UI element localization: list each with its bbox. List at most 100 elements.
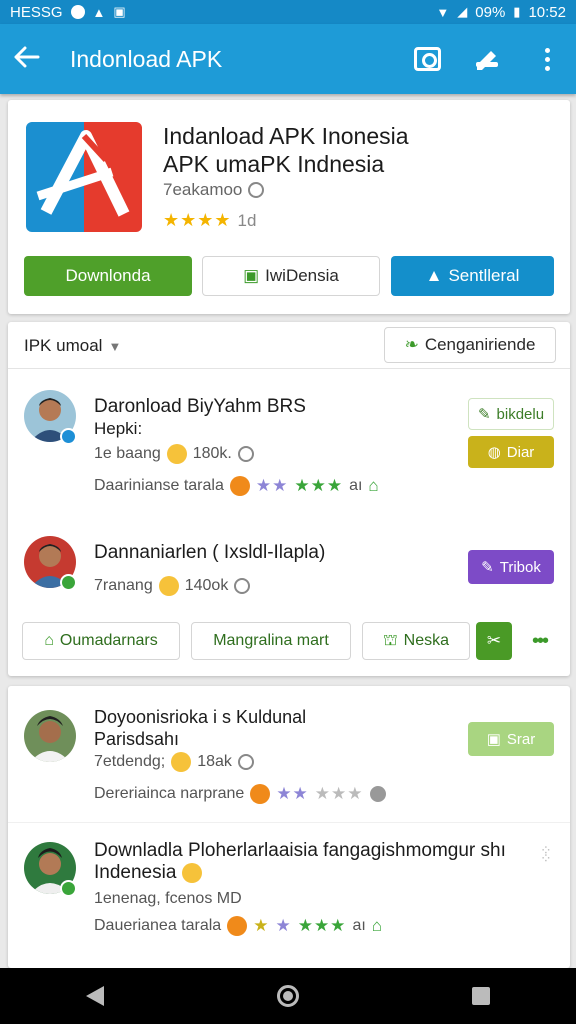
app-name: Indanload APK Inonesia APK umaPK Indnesi… bbox=[163, 122, 409, 178]
section-action-label: Cenganiriende bbox=[424, 335, 536, 354]
item-line-text: Dereriainca narprane bbox=[94, 785, 245, 802]
section-action-button[interactable]: ❧ Cenganiriende bbox=[384, 327, 556, 363]
image-icon: ▣ bbox=[113, 4, 126, 19]
back-arrow-icon[interactable] bbox=[14, 42, 54, 76]
nav-back-icon[interactable] bbox=[86, 986, 105, 1006]
item-rating-line: Dereriainca narprane ★★ ★★★ bbox=[94, 784, 386, 804]
battery-icon: ▮ bbox=[513, 4, 521, 19]
drag-handle-icon[interactable]: ⁘ ⁘ bbox=[540, 843, 552, 865]
user-icon bbox=[369, 786, 386, 802]
nav-recents-icon[interactable] bbox=[471, 987, 490, 1005]
developer-row: 7eakamoo bbox=[163, 180, 265, 200]
status-bar: HESSG ▲ ▣ ▼ ◢ 09% ▮ 10:52 bbox=[0, 0, 576, 24]
edit-icon: ✎ bbox=[477, 406, 491, 423]
item-stars-purple: ★★ bbox=[255, 476, 289, 495]
verified-badge bbox=[60, 574, 77, 591]
item-title-line1: Daronload BiyYahm BRS bbox=[94, 396, 306, 417]
info-icon[interactable] bbox=[237, 754, 254, 770]
item-title-line2-text: Indenesia bbox=[94, 862, 177, 883]
more-options-icon[interactable] bbox=[532, 44, 562, 74]
user-icon: ⛫ bbox=[382, 632, 398, 649]
smile-emoji-icon bbox=[158, 576, 179, 596]
status-left-text: HESSG bbox=[10, 3, 63, 21]
item-stars-green: ★★★ bbox=[297, 916, 347, 935]
more-horizontal-icon[interactable]: ••• bbox=[532, 630, 549, 653]
chip-button[interactable]: Mangralina mart bbox=[191, 622, 351, 660]
battery-percent: 09% bbox=[475, 3, 506, 21]
app-logo bbox=[26, 122, 142, 232]
avatar[interactable] bbox=[24, 710, 76, 762]
item-title-line1: Downladla Ploherlarlaaisia fangagishmomg… bbox=[94, 840, 506, 861]
developer-name: 7eakamoo bbox=[163, 180, 243, 199]
apk-list-card: IPK umoal ▼ ❧ Cenganiriende Daronload Bi… bbox=[8, 322, 570, 676]
face-emoji-icon bbox=[229, 476, 250, 496]
chip-label: Neska bbox=[403, 632, 450, 649]
edit-icon[interactable] bbox=[472, 44, 502, 74]
nav-home-icon[interactable] bbox=[276, 985, 299, 1007]
item-meta-count: 180k. bbox=[192, 445, 232, 462]
section-header-label: IPK umoal bbox=[24, 336, 103, 355]
item-action-label: Srar bbox=[506, 730, 536, 748]
rating-row: ★★★★ 1d bbox=[163, 210, 256, 231]
tools-icon: ✂ bbox=[486, 631, 502, 650]
info-icon[interactable] bbox=[234, 578, 251, 594]
indonesia-button-label: IwiDensia bbox=[265, 266, 339, 285]
app-bar-title: Indonload APK bbox=[70, 45, 223, 72]
item-title: Daronload BiyYahm BRS Hepki: bbox=[94, 396, 306, 440]
chip-label: Mangralina mart bbox=[213, 632, 329, 649]
verified-badge bbox=[60, 428, 77, 445]
item-stars-purple: ★★ bbox=[276, 784, 309, 803]
share-button[interactable]: ▲ Sentlleral bbox=[391, 256, 554, 296]
lock-icon: ⌂ bbox=[371, 916, 383, 935]
chip-label: Oumadarnars bbox=[59, 632, 158, 649]
item-action-bottom-button[interactable]: ◍ Diar bbox=[468, 436, 554, 468]
rating-stars: ★★★★ bbox=[163, 210, 232, 230]
face-emoji-icon bbox=[250, 784, 271, 804]
rating-count: 1d bbox=[237, 210, 257, 230]
indonesia-button[interactable]: ▣ IwiDensia bbox=[202, 256, 380, 296]
tools-icon-button[interactable]: ✂ bbox=[476, 622, 512, 660]
divider bbox=[8, 822, 570, 823]
item-action-top-button[interactable]: ✎ bikdelu bbox=[468, 398, 554, 430]
item-action-bottom-label: Diar bbox=[506, 443, 535, 461]
notification-icon bbox=[70, 5, 85, 19]
app-detail-card: Indanload APK Inonesia APK umaPK Indnesi… bbox=[8, 100, 570, 314]
item-meta-count: 18ak bbox=[197, 753, 232, 770]
face-emoji-icon bbox=[182, 863, 203, 883]
info-icon[interactable] bbox=[237, 446, 254, 462]
image-icon: ▣ bbox=[486, 731, 501, 748]
item-line-text: Daarinianse tarala bbox=[94, 477, 224, 494]
item-stars-purple: ★ bbox=[275, 916, 292, 935]
item-stars-green: ★★★ bbox=[294, 476, 344, 495]
apk-list-card-2: Doyoonisrioka i s Kuldunal Parisdsahı 7e… bbox=[8, 686, 570, 968]
lock-icon: ⌂ bbox=[368, 476, 379, 495]
section-dropdown[interactable]: IPK umoal ▼ bbox=[24, 336, 121, 356]
chevron-down-icon: ▼ bbox=[108, 338, 122, 354]
item-title: Dannaniarlen ( Ixsldl-Ilapla) bbox=[94, 542, 326, 563]
item-action-top-label: bikdelu bbox=[496, 405, 545, 423]
item-title: Downladla Ploherlarlaaisia fangagishmomg… bbox=[94, 840, 506, 884]
item-rating-line: Dauerianea tarala ★ ★ ★★★ aı ⌂ bbox=[94, 916, 382, 936]
item-meta-text: 1e baang bbox=[94, 445, 161, 462]
app-bar: Indonload APK bbox=[0, 24, 576, 94]
signal-icon: ◢ bbox=[457, 4, 468, 19]
item-meta: 7etdendg; 18ak bbox=[94, 752, 254, 772]
camera-icon[interactable] bbox=[412, 44, 442, 74]
item-stars-suffix: aı bbox=[352, 917, 366, 934]
item-meta: 1enenag, fcenos MD bbox=[94, 890, 242, 907]
upload-icon: ▲ bbox=[92, 4, 106, 20]
smile-emoji-icon bbox=[171, 752, 192, 772]
item-action-button[interactable]: ✎ Tribok bbox=[468, 550, 554, 584]
item-title-line2: Hepki: bbox=[94, 419, 143, 438]
item-action-button[interactable]: ▣ Srar bbox=[468, 722, 554, 756]
download-button[interactable]: Downlonda bbox=[24, 256, 192, 296]
item-title: Doyoonisrioka i s Kuldunal Parisdsahı bbox=[94, 706, 306, 750]
item-title-line1: Doyoonisrioka i s Kuldunal bbox=[94, 707, 307, 727]
item-title-line2: Parisdsahı bbox=[94, 729, 180, 749]
item-stars-suffix: aı bbox=[349, 477, 363, 494]
info-icon[interactable] bbox=[248, 182, 265, 198]
chip-button[interactable]: ⌂ Oumadarnars bbox=[22, 622, 180, 660]
item-stars-gray: ★★★ bbox=[314, 784, 364, 803]
chip-button[interactable]: ⛫ Neska bbox=[362, 622, 470, 660]
wifi-icon: ▼ bbox=[436, 4, 450, 20]
